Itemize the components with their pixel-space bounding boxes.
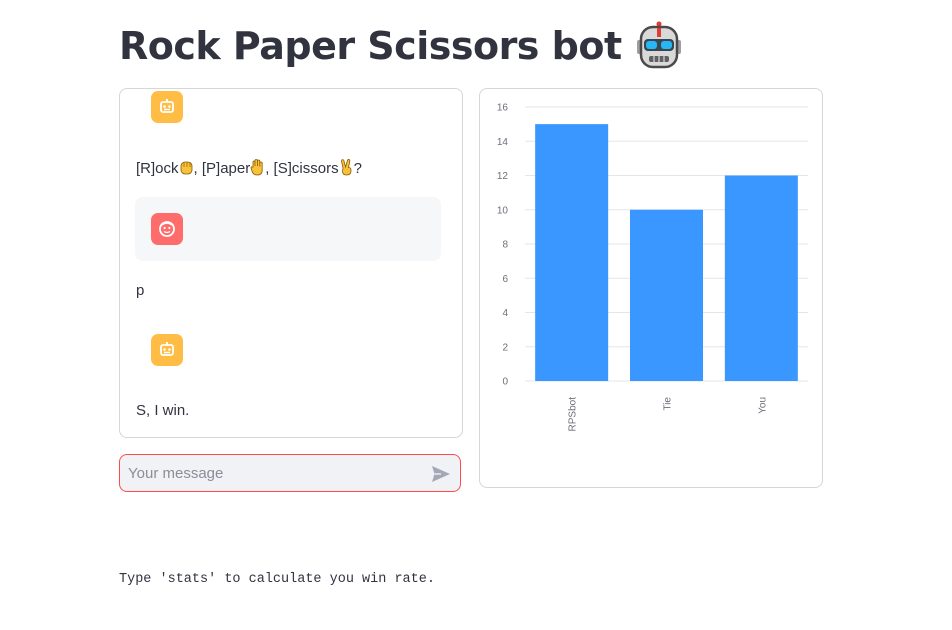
bot-avatar: [151, 91, 183, 123]
user-avatar: [151, 213, 183, 245]
bot-icon: [160, 342, 174, 356]
bot-message-result: S, I win.: [136, 402, 190, 419]
victory-hand-emoji-icon: [340, 159, 351, 176]
y-tick-label: 6: [502, 274, 508, 285]
x-tick-label: RPSbot: [568, 397, 579, 432]
x-tick-label: You: [757, 397, 768, 414]
chat-message-input[interactable]: [128, 455, 418, 491]
option-paper-text: , [P]aper: [193, 160, 251, 177]
y-tick-label: 8: [502, 240, 508, 251]
bot-avatar: [151, 334, 183, 366]
user-message-bubble: [135, 197, 441, 261]
bar-rpsbot: [535, 124, 609, 381]
user-message-text: p: [136, 282, 145, 299]
page-title-text: Rock Paper Scissors bot: [119, 24, 622, 68]
raised-hand-emoji-icon: [250, 159, 263, 176]
y-tick-label: 4: [502, 308, 508, 319]
y-tick-label: 16: [497, 103, 509, 114]
bot-icon: [160, 99, 174, 113]
chat-input-container[interactable]: [119, 454, 461, 492]
y-tick-label: 14: [497, 137, 509, 148]
footer-hint-text: Type 'stats' to calculate you win rate.: [119, 572, 435, 587]
prompt-question-mark: ?: [353, 160, 362, 177]
y-tick-label: 12: [497, 171, 509, 182]
bot-message-prompt: [R]ock , [P]aper , [S]cissors?: [136, 159, 362, 177]
bar-chart: 0 2 4 6 8 10 12 14 16 RPSbot Tie You: [497, 103, 808, 432]
x-tick-label: Tie: [663, 397, 674, 411]
y-tick-label: 2: [502, 342, 508, 353]
y-tick-label: 0: [502, 377, 508, 388]
user-face-icon: [159, 221, 175, 237]
send-icon: [432, 466, 450, 482]
raised-fist-emoji-icon: [180, 161, 192, 175]
option-scissors-text: , [S]cissors: [265, 160, 339, 177]
page-title: Rock Paper Scissors bot: [119, 18, 684, 74]
bar-you: [724, 175, 798, 381]
bar-tie: [630, 209, 703, 381]
option-rock-text: [R]ock: [136, 160, 179, 177]
robot-face-emoji-icon: [636, 21, 681, 69]
chart-container: 0 2 4 6 8 10 12 14 16 RPSbot Tie You: [479, 88, 823, 488]
y-tick-label: 10: [497, 205, 509, 216]
send-button[interactable]: [430, 463, 452, 485]
chat-container[interactable]: [R]ock , [P]aper , [S]cissors? p S, I win.: [119, 88, 463, 438]
